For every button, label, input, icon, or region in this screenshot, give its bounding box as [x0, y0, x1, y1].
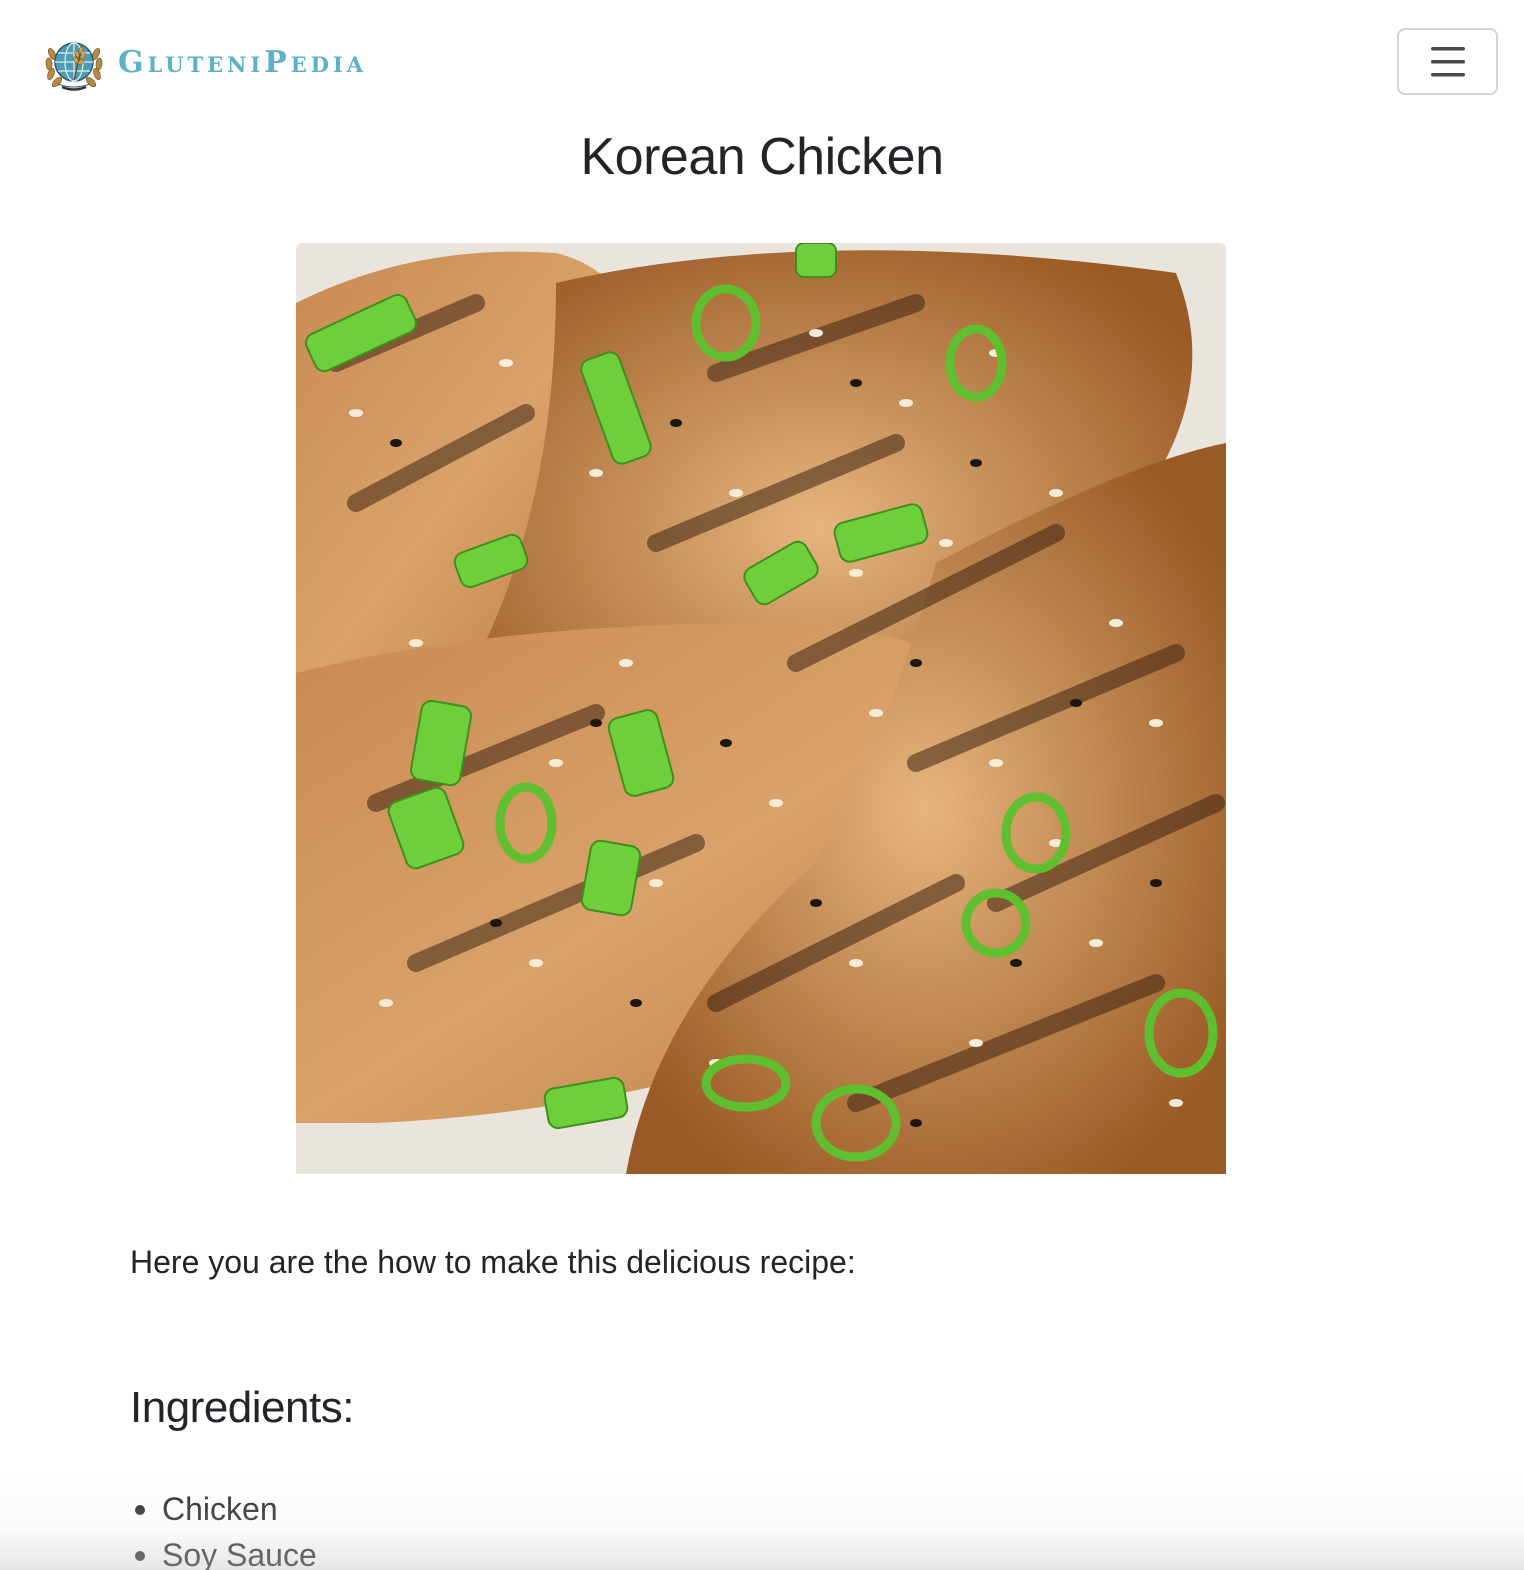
- globe-wheat-logo-icon: [44, 32, 104, 94]
- brand-link[interactable]: GluteniPedia: [44, 32, 367, 94]
- ingredients-list: Chicken Soy Sauce: [130, 1487, 317, 1570]
- recipe-photo: [296, 243, 1226, 1174]
- ingredients-heading: Ingredients:: [130, 1383, 354, 1432]
- navbar: GluteniPedia: [0, 0, 1524, 120]
- recipe-page: GluteniPedia Korean Chicken Here you are…: [0, 0, 1524, 1570]
- hamburger-menu-icon: [1430, 45, 1466, 79]
- brand-name: GluteniPedia: [118, 45, 368, 80]
- recipe-title: Korean Chicken: [580, 128, 945, 186]
- recipe-intro: Here you are the how to make this delici…: [130, 1244, 856, 1280]
- ingredient-item: Chicken: [130, 1487, 317, 1533]
- menu-toggle-button[interactable]: [1397, 28, 1498, 95]
- ingredient-item: Soy Sauce: [130, 1533, 317, 1570]
